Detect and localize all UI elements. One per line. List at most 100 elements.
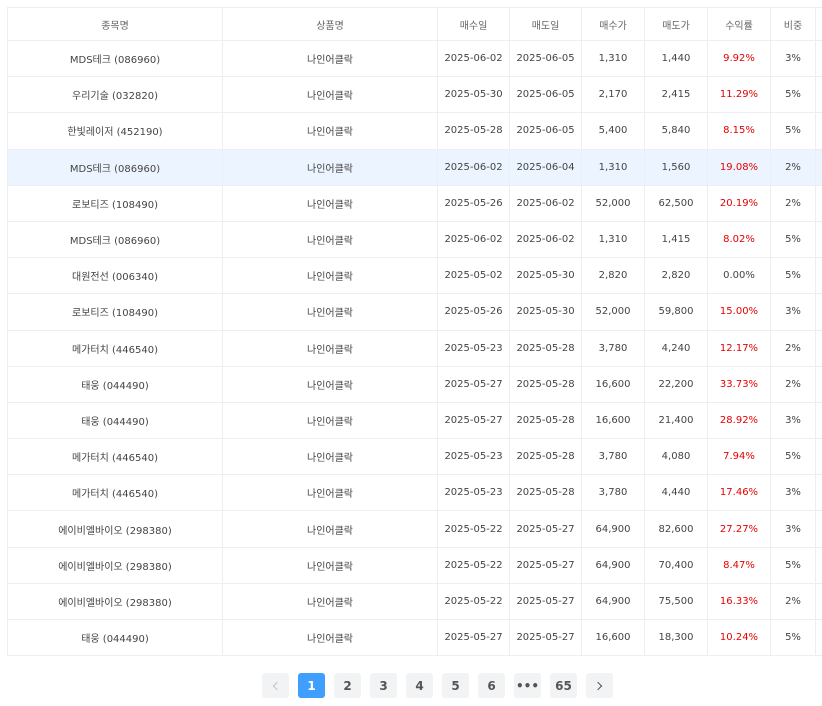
cell-product-name: 나인어클락 xyxy=(222,402,438,440)
next-page-button[interactable] xyxy=(586,673,613,698)
table-row[interactable]: 메가터치 (446540) 나인어클락 2025-05-23 2025-05-28 3,… xyxy=(7,438,822,476)
cell-stock-name: 메가터치 (446540) xyxy=(7,330,223,367)
cell-stock-name: 메가터치 (446540) xyxy=(7,474,223,512)
cell-sell-date: 2025-06-04 xyxy=(509,149,582,186)
cell-stock-name: 우리기술 (032820) xyxy=(7,76,223,114)
cell-product-name: 나인어클락 xyxy=(222,583,438,621)
cell-filler xyxy=(815,149,822,186)
cell-filler xyxy=(815,474,822,512)
cell-filler xyxy=(815,547,822,584)
table-row[interactable]: MDS테크 (086960) 나인어클락 2025-06-02 2025-06-05 1… xyxy=(7,40,822,78)
cell-stock-name: 태웅 (044490) xyxy=(7,619,223,657)
cell-buy-date: 2025-06-02 xyxy=(437,40,510,78)
page-button-3[interactable]: 3 xyxy=(370,673,397,698)
table-row[interactable]: 에이비엘바이오 (298380) 나인어클락 2025-05-22 2025-05-2… xyxy=(7,547,822,584)
cell-return: 8.02% xyxy=(707,221,771,259)
cell-sell-date: 2025-06-05 xyxy=(509,76,582,114)
cell-sell-price: 1,560 xyxy=(644,149,708,186)
page-button-65[interactable]: 65 xyxy=(550,673,577,698)
cell-weight: 3% xyxy=(770,293,816,331)
page-button-6[interactable]: 6 xyxy=(478,673,505,698)
page-button-2[interactable]: 2 xyxy=(334,673,361,698)
cell-product-name: 나인어클락 xyxy=(222,547,438,584)
table-row[interactable]: MDS테크 (086960) 나인어클락 2025-06-02 2025-06-02 1… xyxy=(7,221,822,259)
cell-stock-name: 메가터치 (446540) xyxy=(7,438,223,476)
table-row[interactable]: 태웅 (044490) 나인어클락 2025-05-27 2025-05-27 16,6… xyxy=(7,619,822,657)
cell-return: 11.29% xyxy=(707,76,771,114)
cell-return: 7.94% xyxy=(707,438,771,476)
cell-weight: 3% xyxy=(770,510,816,548)
cell-filler xyxy=(815,619,822,657)
cell-sell-date: 2025-06-05 xyxy=(509,112,582,150)
cell-buy-price: 5,400 xyxy=(581,112,645,150)
cell-sell-date: 2025-05-27 xyxy=(509,547,582,584)
cell-sell-price: 2,820 xyxy=(644,257,708,295)
table-row[interactable]: 한빛레이저 (452190) 나인어클락 2025-05-28 2025-06-05 5… xyxy=(7,112,822,150)
table-row[interactable]: 에이비엘바이오 (298380) 나인어클락 2025-05-22 2025-05-2… xyxy=(7,510,822,548)
cell-sell-price: 75,500 xyxy=(644,583,708,621)
header-weight[interactable]: 비중 xyxy=(770,7,816,41)
cell-weight: 2% xyxy=(770,185,816,222)
cell-return: 10.24% xyxy=(707,619,771,657)
header-return[interactable]: 수익률 xyxy=(707,7,771,41)
table-row[interactable]: 태웅 (044490) 나인어클락 2025-05-27 2025-05-28 16,6… xyxy=(7,366,822,403)
cell-filler xyxy=(815,221,822,259)
table-row[interactable]: 태웅 (044490) 나인어클락 2025-05-27 2025-05-28 16,6… xyxy=(7,402,822,440)
page-button-4[interactable]: 4 xyxy=(406,673,433,698)
header-buy-date[interactable]: 매수일 xyxy=(437,7,510,41)
page-button-1[interactable]: 1 xyxy=(298,673,325,698)
table-row[interactable]: MDS테크 (086960) 나인어클락 2025-06-02 2025-06-04 1… xyxy=(7,149,822,186)
cell-filler xyxy=(815,438,822,476)
trade-history-table: 종목명 상품명 매수일 매도일 매수가 매도가 수익률 비중 MDS테크 (08… xyxy=(7,7,822,657)
cell-filler xyxy=(815,40,822,78)
cell-stock-name: 로보티즈 (108490) xyxy=(7,293,223,331)
cell-sell-date: 2025-05-28 xyxy=(509,438,582,476)
cell-sell-date: 2025-05-28 xyxy=(509,366,582,403)
cell-product-name: 나인어클락 xyxy=(222,185,438,222)
cell-stock-name: 에이비엘바이오 (298380) xyxy=(7,583,223,621)
cell-stock-name: 태웅 (044490) xyxy=(7,402,223,440)
cell-product-name: 나인어클락 xyxy=(222,330,438,367)
table-row[interactable]: 에이비엘바이오 (298380) 나인어클락 2025-05-22 2025-05-2… xyxy=(7,583,822,621)
page-button-5[interactable]: 5 xyxy=(442,673,469,698)
cell-buy-date: 2025-05-27 xyxy=(437,619,510,657)
header-stock-name[interactable]: 종목명 xyxy=(7,7,223,41)
header-sell-date[interactable]: 매도일 xyxy=(509,7,582,41)
cell-product-name: 나인어클락 xyxy=(222,40,438,78)
cell-weight: 5% xyxy=(770,257,816,295)
cell-sell-price: 21,400 xyxy=(644,402,708,440)
cell-buy-price: 16,600 xyxy=(581,619,645,657)
cell-buy-date: 2025-05-23 xyxy=(437,330,510,367)
cell-product-name: 나인어클락 xyxy=(222,619,438,657)
cell-sell-price: 4,080 xyxy=(644,438,708,476)
header-sell-price[interactable]: 매도가 xyxy=(644,7,708,41)
cell-sell-date: 2025-05-28 xyxy=(509,330,582,367)
cell-sell-date: 2025-06-02 xyxy=(509,185,582,222)
cell-buy-price: 52,000 xyxy=(581,293,645,331)
header-product-name[interactable]: 상품명 xyxy=(222,7,438,41)
cell-return: 15.00% xyxy=(707,293,771,331)
cell-weight: 5% xyxy=(770,112,816,150)
cell-buy-price: 2,170 xyxy=(581,76,645,114)
cell-buy-date: 2025-05-30 xyxy=(437,76,510,114)
cell-sell-price: 18,300 xyxy=(644,619,708,657)
cell-buy-date: 2025-05-26 xyxy=(437,185,510,222)
prev-page-button[interactable] xyxy=(262,673,289,698)
table-row[interactable]: 로보티즈 (108490) 나인어클락 2025-05-26 2025-05-30 52… xyxy=(7,293,822,331)
table-row[interactable]: 대원전선 (006340) 나인어클락 2025-05-02 2025-05-30 2,… xyxy=(7,257,822,295)
cell-return: 16.33% xyxy=(707,583,771,621)
table-row[interactable]: 우리기술 (032820) 나인어클락 2025-05-30 2025-06-05 2,… xyxy=(7,76,822,114)
header-buy-price[interactable]: 매수가 xyxy=(581,7,645,41)
table-row[interactable]: 로보티즈 (108490) 나인어클락 2025-05-26 2025-06-02 52… xyxy=(7,185,822,222)
cell-product-name: 나인어클락 xyxy=(222,257,438,295)
cell-buy-price: 1,310 xyxy=(581,40,645,78)
page-ellipsis-button[interactable]: ••• xyxy=(514,673,541,698)
cell-stock-name: MDS테크 (086960) xyxy=(7,40,223,78)
cell-return: 0.00% xyxy=(707,257,771,295)
cell-buy-date: 2025-05-22 xyxy=(437,583,510,621)
table-row[interactable]: 메가터치 (446540) 나인어클락 2025-05-23 2025-05-28 3,… xyxy=(7,474,822,512)
cell-buy-price: 1,310 xyxy=(581,149,645,186)
table-row[interactable]: 메가터치 (446540) 나인어클락 2025-05-23 2025-05-28 3,… xyxy=(7,330,822,367)
cell-stock-name: MDS테크 (086960) xyxy=(7,149,223,186)
cell-sell-price: 70,400 xyxy=(644,547,708,584)
